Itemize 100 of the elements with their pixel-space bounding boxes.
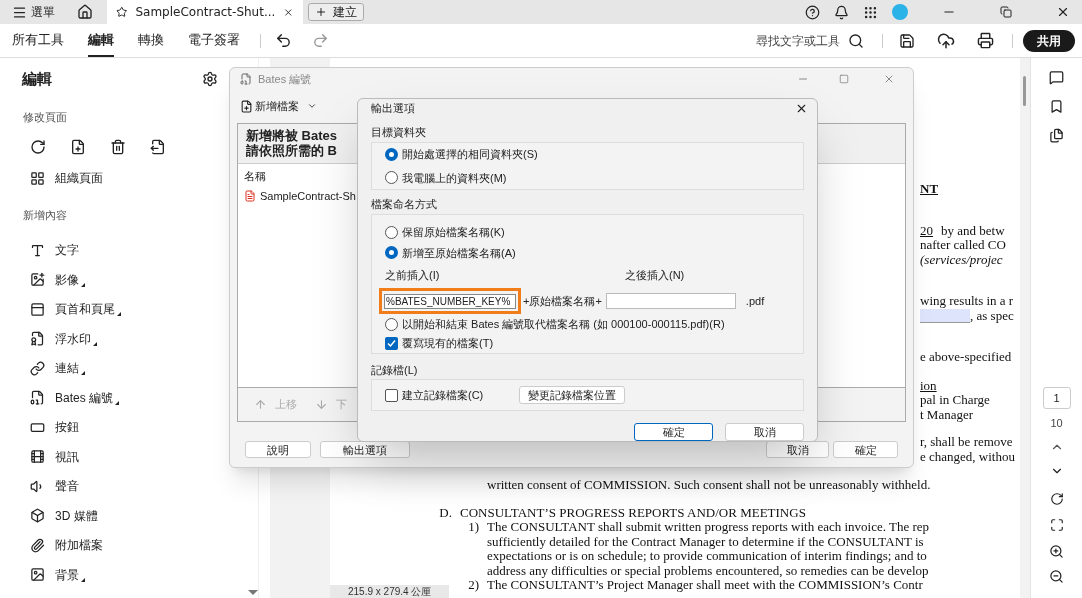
- tool-item[interactable]: 視訊: [30, 442, 79, 472]
- option-label: 建立記錄檔案(C): [402, 387, 484, 403]
- submenu-corner-icon[interactable]: [81, 371, 85, 375]
- add-files-button[interactable]: 新增檔案: [240, 98, 317, 115]
- option-label: 我電腦上的資料夾(M): [402, 170, 507, 186]
- scrollbar-thumb[interactable]: [1023, 76, 1026, 106]
- field-label: 之前插入(I): [385, 268, 441, 284]
- restore-icon[interactable]: [1000, 6, 1012, 18]
- file-row[interactable]: SampleContract-Sh: [244, 188, 356, 205]
- page-size-label: 215.9 x 279.4 公厘: [330, 585, 450, 598]
- checkbox[interactable]: [385, 336, 398, 350]
- cancel-button[interactable]: 取消: [766, 440, 829, 458]
- tool-item[interactable]: 背景: [30, 560, 85, 590]
- tool-item[interactable]: 浮水印: [30, 324, 97, 354]
- toolbar-tab[interactable]: 編輯: [88, 24, 114, 57]
- checkbox[interactable]: [385, 388, 398, 402]
- plus-icon: [315, 6, 327, 18]
- help-button[interactable]: 說明: [245, 440, 311, 458]
- search-icon[interactable]: [848, 32, 864, 49]
- change-log-location-button[interactable]: 變更記錄檔案位置: [519, 386, 625, 405]
- tool-item[interactable]: 附加檔案: [30, 530, 103, 560]
- cube-icon: [30, 508, 45, 524]
- fit-page-icon[interactable]: [1049, 517, 1064, 532]
- tool-item[interactable]: 文字: [30, 235, 79, 265]
- zoom-in-icon[interactable]: [1049, 543, 1064, 559]
- tool-item[interactable]: 影像: [30, 265, 85, 295]
- cancel-button[interactable]: 取消: [725, 423, 804, 441]
- document-text: wing results in a r: [920, 294, 1014, 309]
- create-button[interactable]: 建立: [308, 3, 364, 21]
- add-file-icon: [240, 99, 253, 113]
- submenu-corner-icon[interactable]: [81, 577, 85, 582]
- close-icon[interactable]: [1056, 5, 1070, 19]
- pdf-file-icon: [244, 190, 256, 203]
- apps-icon[interactable]: [863, 4, 878, 20]
- column-header[interactable]: 名稱: [244, 167, 266, 184]
- rotate-icon[interactable]: [30, 139, 46, 155]
- home-icon[interactable]: [77, 4, 93, 20]
- radio-button[interactable]: [385, 225, 398, 239]
- document-tab[interactable]: SampleContract-Shut...: [107, 0, 303, 24]
- delete-icon[interactable]: [110, 139, 126, 155]
- radio-button[interactable]: [385, 171, 398, 185]
- radio-button[interactable]: [385, 246, 398, 260]
- document-text: The CONSULTANT shall submit written progress reports with each invoice. The rep: [487, 520, 930, 535]
- submenu-corner-icon[interactable]: [115, 400, 120, 405]
- form-field[interactable]: [920, 308, 970, 323]
- organize-pages-item[interactable]: 組織頁面: [30, 169, 103, 187]
- search-label[interactable]: 尋找文字或工具: [756, 31, 840, 50]
- submenu-corner-icon[interactable]: [81, 282, 85, 287]
- rotate-view-icon[interactable]: [1049, 491, 1064, 506]
- document-text: nafter called CO: [920, 238, 1006, 253]
- link-icon: [30, 360, 45, 376]
- save-icon[interactable]: [899, 32, 915, 49]
- list-marker: 2): [468, 577, 479, 592]
- help-icon[interactable]: [805, 4, 820, 20]
- zoom-out-icon[interactable]: [1049, 568, 1064, 584]
- document-text: sufficiently detailed for the Contract Manager to determine if the CONSULTANT is: [487, 534, 924, 549]
- paperclip-icon: [30, 537, 45, 553]
- tool-item[interactable]: 3D 媒體: [30, 501, 98, 531]
- submenu-corner-icon[interactable]: [93, 341, 97, 346]
- submenu-corner-icon[interactable]: [117, 312, 121, 316]
- numbered-page-icon: [30, 390, 45, 406]
- image-add-icon: [30, 272, 45, 288]
- document-text: NT: [920, 182, 939, 197]
- extract-page-icon[interactable]: [150, 139, 166, 155]
- section-heading: 新增內容: [23, 208, 67, 223]
- dialog-title: 輸出選項: [371, 101, 415, 117]
- tool-item[interactable]: 連結: [30, 353, 85, 383]
- pages-icon[interactable]: [1049, 128, 1064, 143]
- toolbar-tab[interactable]: 轉換: [138, 24, 164, 57]
- share-button[interactable]: 共用: [1023, 29, 1075, 52]
- comment-icon[interactable]: [1049, 70, 1064, 85]
- printer-icon[interactable]: [977, 32, 994, 49]
- insert-after-field[interactable]: [605, 292, 736, 309]
- redo-icon[interactable]: [312, 32, 329, 49]
- toolbar-tab[interactable]: 電子簽署: [188, 24, 240, 57]
- document-text: e changed, withou: [920, 449, 1015, 464]
- page-number-field[interactable]: 1: [1042, 387, 1071, 409]
- film-icon: [30, 449, 45, 465]
- radio-button[interactable]: [385, 318, 398, 332]
- document-text: 20: [920, 223, 933, 238]
- bookmark-icon[interactable]: [1049, 99, 1064, 114]
- option-label: 覆寫現有的檔案(T): [402, 336, 494, 352]
- tool-item[interactable]: 聲音: [30, 471, 79, 501]
- insert-page-icon[interactable]: [70, 139, 86, 155]
- tool-item[interactable]: 按鈕: [30, 412, 79, 442]
- radio-button[interactable]: [385, 147, 398, 161]
- down-arrow-icon: [315, 397, 328, 411]
- tool-item[interactable]: 頁首和頁尾: [30, 294, 121, 324]
- ok-button[interactable]: 確定: [634, 423, 713, 441]
- settings-icon[interactable]: [202, 71, 218, 88]
- ok-button[interactable]: 確定: [833, 440, 898, 458]
- menu-button[interactable]: 選單: [12, 3, 55, 21]
- upload-icon[interactable]: [937, 31, 955, 50]
- insert-before-field[interactable]: %BATES_NUMBER_KEY%: [384, 293, 516, 309]
- undo-icon[interactable]: [275, 32, 292, 49]
- tool-item[interactable]: Bates 編號: [30, 383, 120, 413]
- bell-icon[interactable]: [834, 4, 849, 20]
- toolbar-tab[interactable]: 所有工具: [12, 24, 64, 57]
- output-options-button[interactable]: 輸出選項: [320, 440, 410, 458]
- document-text: pal in Charge: [920, 393, 990, 408]
